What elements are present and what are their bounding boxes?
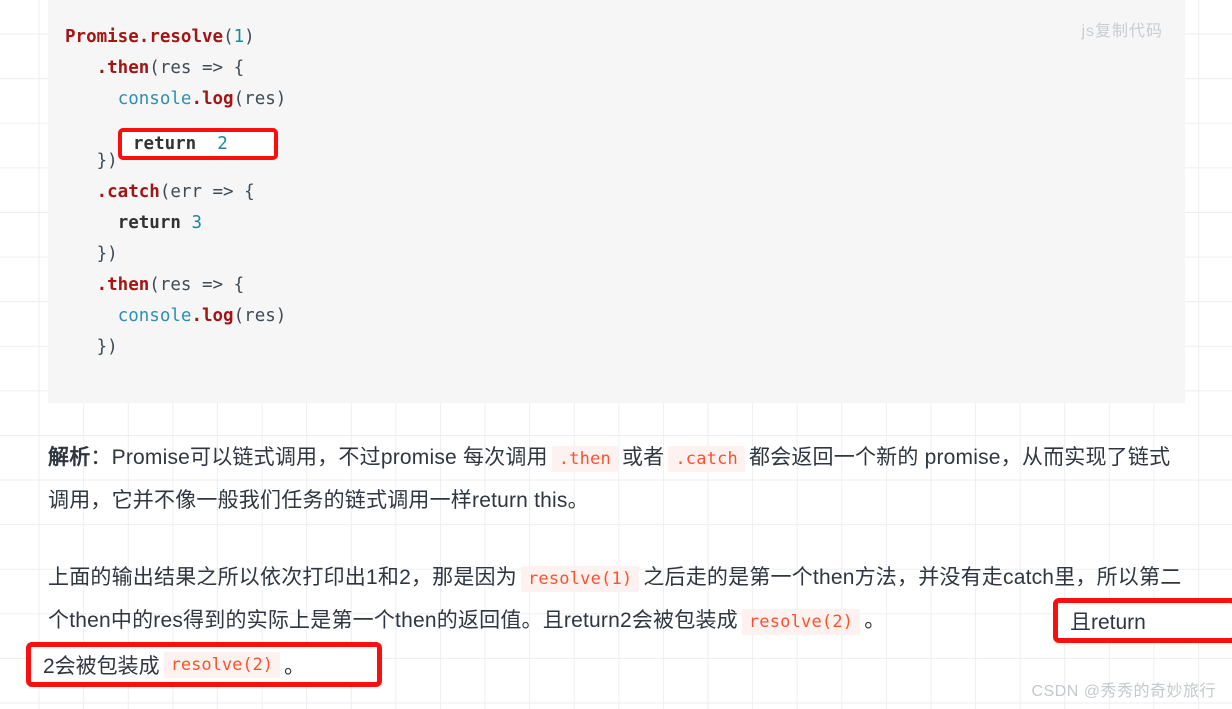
output-seg3: 且return2会被包装成 — [542, 609, 738, 632]
code-token: .then — [96, 275, 150, 295]
code-token: ( — [233, 306, 245, 326]
code-content: Promise.resolve(1) .then(res => { consol… — [48, 22, 1185, 363]
code-token: res — [159, 58, 192, 78]
code-token: ( — [223, 27, 234, 47]
code-token: { — [233, 275, 245, 295]
code-token: res — [244, 306, 276, 326]
code-token: ) — [244, 27, 255, 47]
code-token: => — [191, 58, 234, 78]
code-token: ( — [149, 275, 160, 295]
code-token: ( — [149, 58, 160, 78]
code-block-panel: js复制代码 Promise.resolve(1) .then(res => {… — [48, 0, 1185, 403]
inline-code-then: .then — [551, 446, 618, 472]
code-line: }) — [65, 239, 1185, 270]
code-token: .catch — [96, 182, 160, 202]
annotation-box-return-2-text: return 2 — [122, 132, 274, 156]
code-line: .catch(err => { — [65, 177, 1185, 208]
code-line: .then(res => { — [65, 53, 1185, 84]
code-token: err — [170, 182, 202, 202]
code-token: ( — [159, 182, 171, 202]
code-token: => — [191, 275, 234, 295]
code-token: ( — [233, 89, 245, 109]
output-seg4: 。 — [864, 609, 886, 632]
code-token: { — [233, 58, 245, 78]
code-token: ) — [275, 89, 287, 109]
csdn-watermark: CSDN @秀秀的奇妙旅行 — [1031, 683, 1216, 700]
code-token: .log — [191, 306, 234, 326]
code-token: return — [117, 213, 181, 233]
explanation-text: 解析：Promise可以链式调用，不过promise 每次调用 .then 或者 .c… — [48, 437, 1188, 643]
copy-code-button[interactable]: js复制代码 — [1081, 17, 1163, 41]
inline-code-catch: .catch — [668, 446, 745, 472]
annotation-box-wrapped-resolve-text: 2会被包装成 resolve(2)。 — [43, 647, 305, 682]
analysis-label: 解析 — [48, 446, 91, 469]
code-token: 3 — [191, 213, 202, 233]
annotation-return-keyword: return — [133, 134, 197, 154]
annotation-box-qie-return-text: 且return — [1070, 610, 1146, 634]
annotation-box-wrapped-resolve: 2会被包装成 resolve(2)。 — [26, 642, 382, 687]
code-line: .then(res => { — [65, 270, 1185, 301]
code-token: }) — [96, 244, 118, 264]
code-line: Promise.resolve(1) — [65, 22, 1185, 53]
analysis-seg2: 或者 — [621, 446, 665, 469]
code-token: ) — [275, 306, 287, 326]
inline-code-resolve-2: resolve(2) — [741, 609, 861, 635]
annotation-box-qie-return: 且return — [1053, 598, 1232, 643]
annotation-space — [196, 134, 217, 154]
code-token: 1 — [233, 27, 245, 47]
paragraph-analysis: 解析：Promise可以链式调用，不过promise 每次调用 .then 或者 .c… — [48, 437, 1188, 521]
code-token: .then — [96, 58, 150, 78]
code-token: }) — [96, 151, 118, 171]
annotation-wrapped-prefix: 2会被包装成 — [43, 654, 160, 678]
code-line: console.log(res) — [65, 84, 1185, 115]
code-token: => — [201, 182, 245, 202]
code-line: }) — [65, 332, 1185, 363]
code-token: console — [117, 306, 192, 326]
code-token: . — [138, 27, 150, 47]
analysis-seg1: Promise可以链式调用，不过promise 每次调用 — [111, 446, 548, 469]
code-token: .log — [191, 89, 234, 109]
annotation-return-value: 2 — [217, 134, 228, 154]
inline-code-resolve-1: resolve(1) — [520, 566, 640, 592]
code-line: return 3 — [65, 208, 1185, 239]
code-token: console — [117, 89, 192, 109]
code-token: Promise — [65, 27, 139, 47]
code-token: resolve — [149, 27, 224, 47]
code-token: res — [244, 89, 276, 109]
annotation-inline-code-resolve-2: resolve(2) — [163, 651, 281, 678]
annotation-box-return-2: return 2 — [118, 128, 278, 160]
paragraph-output: 上面的输出结果之所以依次打印出1和2，那是因为 resolve(1) 之后走的是第一… — [48, 557, 1188, 643]
code-token: }) — [96, 337, 118, 357]
annotation-wrapped-suffix: 。 — [284, 654, 306, 678]
analysis-colon: ： — [90, 446, 112, 469]
code-token: { — [244, 182, 255, 202]
output-seg1: 上面的输出结果之所以依次打印出1和2，那是因为 — [48, 566, 517, 589]
code-token: res — [159, 275, 192, 295]
code-line: console.log(res) — [65, 301, 1185, 332]
